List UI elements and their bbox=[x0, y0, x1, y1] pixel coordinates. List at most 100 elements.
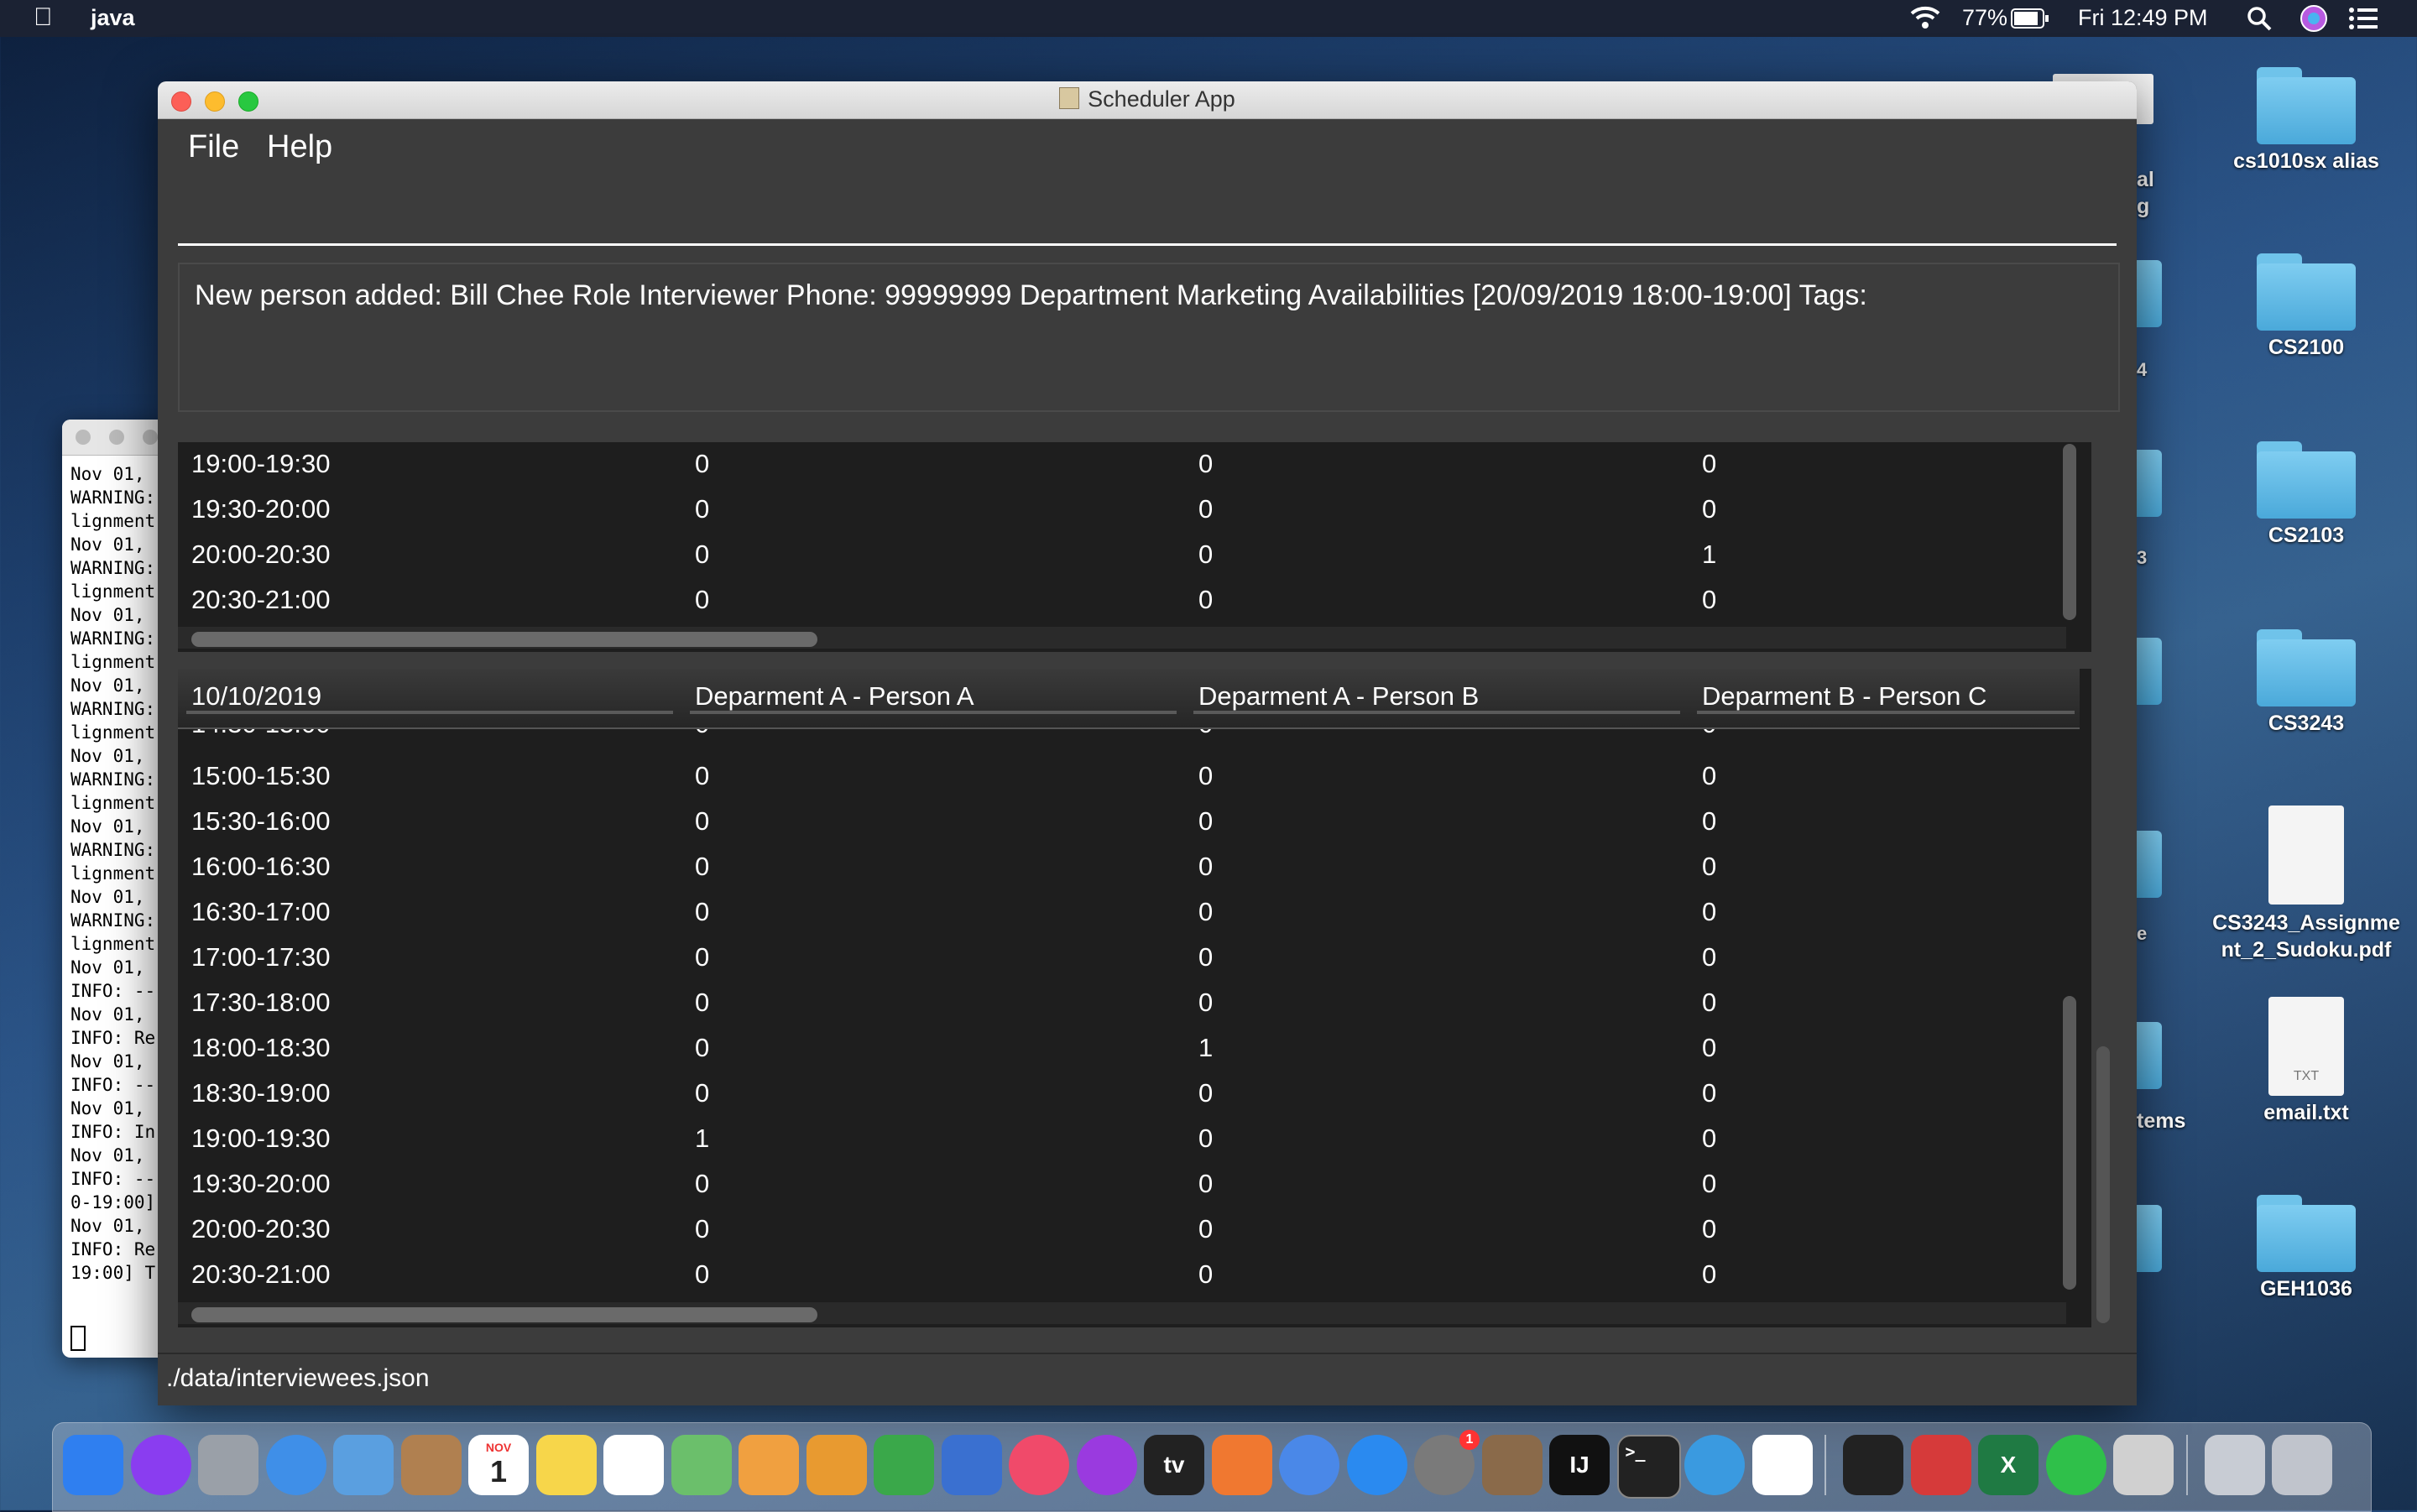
preview-icon[interactable] bbox=[1481, 1435, 1543, 1495]
photos-icon[interactable] bbox=[739, 1435, 799, 1495]
wifi-icon[interactable] bbox=[1908, 3, 1942, 38]
intellij-icon[interactable]: IJ bbox=[1549, 1435, 1610, 1495]
activity-monitor-icon[interactable] bbox=[1843, 1435, 1903, 1495]
partial-folder-icon[interactable] bbox=[2137, 1205, 2162, 1272]
excel-icon[interactable]: X bbox=[1978, 1435, 2039, 1495]
table-row[interactable]: 15:00-15:30 0 0 0 bbox=[178, 754, 2080, 800]
table-row[interactable]: 16:00-16:30 0 0 0 bbox=[178, 845, 2080, 890]
table-header-row: 10/10/2019 Deparment A - Person A Deparm… bbox=[178, 669, 2080, 729]
table-row[interactable]: 19:30-20:00 0 0 0 bbox=[178, 1162, 2080, 1207]
person-b-count: 0 bbox=[1198, 942, 1214, 972]
table-row[interactable]: 17:30-18:00 0 0 0 bbox=[178, 981, 2080, 1026]
downloads-icon[interactable] bbox=[2204, 1435, 2265, 1495]
desktop-folder-geh1036[interactable]: GEH1036 bbox=[2197, 1195, 2415, 1301]
result-display: New person added: Bill Chee Role Intervi… bbox=[178, 263, 2120, 412]
keynote-icon[interactable] bbox=[941, 1435, 1002, 1495]
finder-icon[interactable] bbox=[63, 1435, 123, 1495]
swift-icon[interactable] bbox=[1211, 1435, 1272, 1495]
app-store-icon[interactable] bbox=[1346, 1435, 1407, 1495]
maps-icon[interactable] bbox=[671, 1435, 732, 1495]
table-row[interactable]: 20:30-21:00 0 0 0 bbox=[178, 578, 2080, 623]
table-row[interactable]: 14:30-15:00 0 0 0 bbox=[178, 727, 2080, 754]
bottom-table-vertical-scrollbar[interactable] bbox=[2063, 996, 2076, 1290]
whatsapp-icon[interactable] bbox=[2045, 1435, 2106, 1495]
file-menu[interactable]: File bbox=[188, 129, 239, 165]
command-input[interactable] bbox=[178, 178, 2117, 246]
trash-icon[interactable] bbox=[2272, 1435, 2332, 1495]
pdf-file-icon bbox=[2268, 806, 2344, 905]
desktop-folder-cs2100[interactable]: CS2100 bbox=[2197, 253, 2415, 360]
desktop-file-cs3243-assignment-pdf[interactable]: CS3243_Assignme nt_2_Sudoku.pdf bbox=[2197, 806, 2415, 963]
desktop-file-email-txt[interactable]: TXT email.txt bbox=[2197, 997, 2415, 1125]
partial-folder-icon[interactable] bbox=[2137, 1022, 2162, 1089]
notification-center-icon[interactable] bbox=[2348, 7, 2378, 36]
top-table-vertical-scrollbar[interactable] bbox=[2063, 444, 2076, 620]
folder-icon bbox=[2257, 629, 2356, 706]
terminal-minimize-icon[interactable] bbox=[109, 430, 124, 445]
reminders-icon[interactable] bbox=[603, 1435, 664, 1495]
calendar-icon[interactable]: NOV 1 bbox=[468, 1435, 529, 1495]
telegram-icon[interactable] bbox=[1684, 1435, 1745, 1495]
launchpad-icon[interactable] bbox=[198, 1435, 258, 1495]
person-a-count: 0 bbox=[695, 1214, 710, 1243]
top-table-horizontal-scrollbar[interactable] bbox=[191, 632, 817, 647]
desktop-icon-label: CS2100 bbox=[2268, 336, 2345, 359]
system-preferences-icon[interactable]: 1 bbox=[1414, 1430, 1480, 1495]
table-row[interactable]: 16:30-17:00 0 0 0 bbox=[178, 890, 2080, 936]
terminal-window[interactable]: Nov 01, WARNING: lignment Nov 01, WARNIN… bbox=[62, 420, 171, 1358]
contacts-icon[interactable] bbox=[400, 1435, 462, 1495]
table-row[interactable]: 17:00-17:30 0 0 0 bbox=[178, 936, 2080, 981]
chrome-icon[interactable] bbox=[1279, 1435, 1339, 1495]
battery-percent[interactable]: 77% bbox=[1962, 5, 2007, 31]
window-titlebar[interactable]: Scheduler App bbox=[158, 81, 2137, 119]
desktop-folder-cs3243[interactable]: CS3243 bbox=[2197, 629, 2415, 736]
schedule-table-top[interactable]: 19:00-19:30 0 0 0 19:30-20:00 0 0 0 20:00-20:30 0… bbox=[178, 442, 2091, 652]
table-header-person-a[interactable]: Deparment A - Person A bbox=[695, 681, 974, 712]
terminal-icon[interactable]: >_ bbox=[1616, 1435, 1681, 1499]
coffee-icon[interactable] bbox=[2113, 1435, 2174, 1495]
person-c-count: 0 bbox=[1702, 1078, 1717, 1108]
partial-folder-icon[interactable] bbox=[2137, 450, 2162, 517]
apple-tv-icon[interactable]: tv bbox=[1144, 1435, 1204, 1495]
bottom-table-horizontal-scrollbar[interactable] bbox=[191, 1307, 817, 1322]
table-header-person-c[interactable]: Deparment B - Person C bbox=[1702, 681, 1986, 712]
table-row[interactable]: 20:30-21:00 0 0 0 bbox=[178, 1253, 2080, 1298]
desktop-folder-cs1010sx-alias[interactable]: cs1010sx alias bbox=[2197, 67, 2415, 174]
active-app-name[interactable]: java bbox=[91, 5, 135, 31]
main-vertical-scrollbar[interactable] bbox=[2096, 1046, 2110, 1323]
siri-menubar-icon[interactable] bbox=[2300, 4, 2328, 39]
music-icon[interactable] bbox=[1009, 1435, 1069, 1495]
siri-icon[interactable] bbox=[130, 1435, 191, 1495]
partial-folder-icon[interactable] bbox=[2137, 260, 2162, 327]
table-row[interactable]: 20:00-20:30 0 0 0 bbox=[178, 1207, 2080, 1253]
numbers-icon[interactable] bbox=[874, 1435, 934, 1495]
partial-folder-icon[interactable] bbox=[2137, 638, 2162, 705]
terminal-close-icon[interactable] bbox=[76, 430, 91, 445]
schedule-table-bottom[interactable]: 14:30-15:00 0 0 0 15:00-15:30 0 0 0 15:30-16:00 0… bbox=[178, 669, 2091, 1327]
apple-menu-icon[interactable]:  bbox=[34, 3, 53, 32]
table-row[interactable]: 19:00-19:30 0 0 0 bbox=[178, 442, 2080, 487]
angular-icon[interactable] bbox=[1910, 1435, 1971, 1495]
table-row[interactable]: 19:00-19:30 1 0 0 bbox=[178, 1117, 2080, 1162]
help-menu[interactable]: Help bbox=[267, 129, 332, 165]
table-row[interactable]: 20:00-20:30 0 0 1 bbox=[178, 533, 2080, 578]
safari-icon[interactable] bbox=[265, 1435, 326, 1495]
scheduler-app-window[interactable]: Scheduler App File Help New person added… bbox=[158, 81, 2137, 1405]
menubar-clock[interactable]: Fri 12:49 PM bbox=[2078, 5, 2208, 31]
notes-icon[interactable] bbox=[535, 1435, 597, 1495]
table-row[interactable]: 15:30-16:00 0 0 0 bbox=[178, 800, 2080, 845]
table-header-person-b[interactable]: Deparment A - Person B bbox=[1198, 681, 1479, 712]
battery-icon[interactable] bbox=[2011, 8, 2049, 34]
desktop-folder-cs2103[interactable]: CS2103 bbox=[2197, 441, 2415, 548]
terminal-zoom-icon[interactable] bbox=[143, 430, 158, 445]
table-row[interactable]: 18:00-18:30 0 1 0 bbox=[178, 1026, 2080, 1071]
slack-icon[interactable] bbox=[1751, 1435, 1813, 1495]
partial-folder-icon[interactable] bbox=[2137, 831, 2162, 898]
table-header-date[interactable]: 10/10/2019 bbox=[191, 681, 321, 712]
pages-icon[interactable] bbox=[806, 1435, 867, 1495]
table-row[interactable]: 19:30-20:00 0 0 0 bbox=[178, 487, 2080, 533]
spotlight-search-icon[interactable] bbox=[2246, 5, 2273, 38]
table-row[interactable]: 18:30-19:00 0 0 0 bbox=[178, 1071, 2080, 1117]
podcasts-icon[interactable] bbox=[1076, 1435, 1137, 1495]
mail-icon[interactable] bbox=[333, 1435, 394, 1495]
